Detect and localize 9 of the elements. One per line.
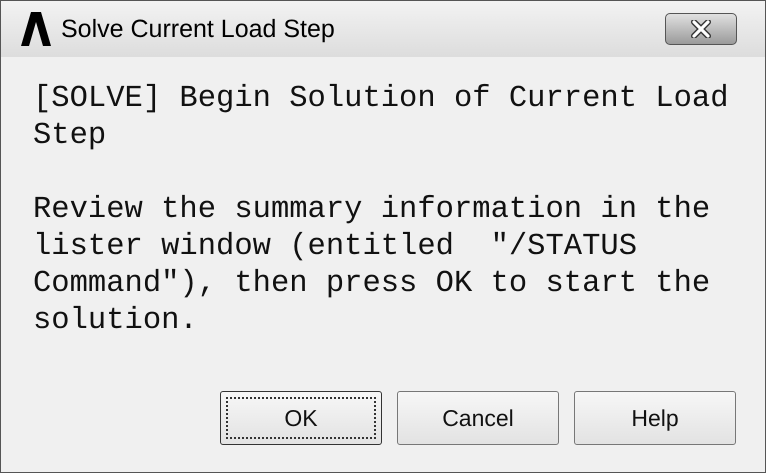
message-text: Review the summary information in the lister window (entitled ″/STATUS Command″), then press OK to start the solution. <box>33 192 712 340</box>
window-title: Solve Current Load Step <box>61 14 336 44</box>
dialog-button[interactable]: OK <box>220 391 382 445</box>
dialog-button[interactable]: Help <box>574 391 736 445</box>
message-text: [SOLVE] Begin Solution of Current Load Step <box>33 81 730 155</box>
logo-icon <box>21 12 51 46</box>
close-icon <box>691 20 711 38</box>
close-button[interactable] <box>665 13 737 45</box>
dialog-button[interactable]: Cancel <box>397 391 559 445</box>
